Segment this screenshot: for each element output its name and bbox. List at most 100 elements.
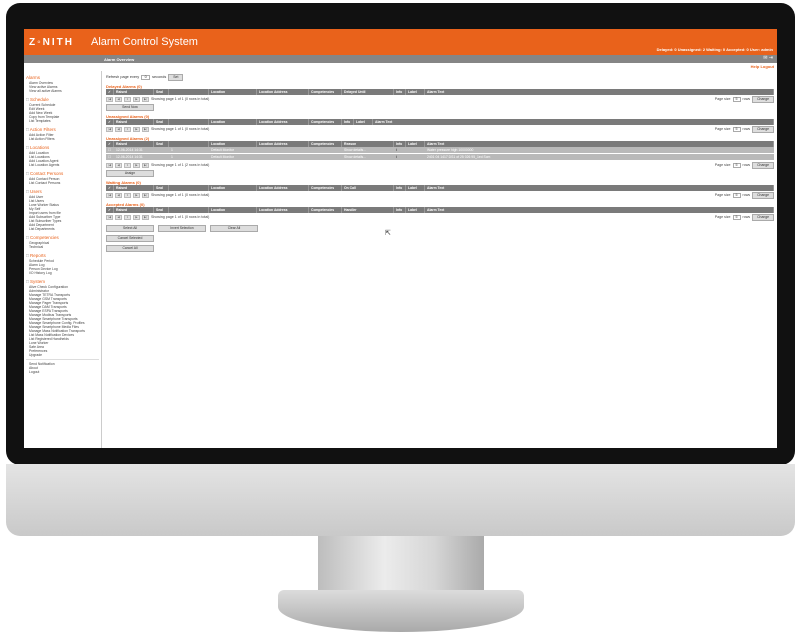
column-header[interactable]: Alarm Text <box>425 141 774 147</box>
first-page-button[interactable]: |◀ <box>106 214 113 220</box>
column-header[interactable]: Delayed Until <box>342 89 394 95</box>
column-header[interactable]: Label <box>406 185 425 191</box>
row-checkbox[interactable]: ☐ <box>106 155 114 159</box>
page-size-input[interactable]: 5 <box>732 126 741 132</box>
page-size-input[interactable]: 5 <box>732 192 741 198</box>
column-header[interactable] <box>169 141 209 147</box>
page-number[interactable]: 1 <box>124 192 131 198</box>
help-link[interactable]: Help <box>751 64 760 69</box>
prev-page-button[interactable]: ◀ <box>115 162 122 168</box>
first-page-button[interactable]: |◀ <box>106 96 113 102</box>
invert-selection-button[interactable]: Invert Selection <box>158 225 206 232</box>
next-page-button[interactable]: ▶ <box>133 214 140 220</box>
sidebar-group-heading[interactable]: Contact Persons <box>26 171 101 176</box>
column-header[interactable]: Seal <box>154 119 169 125</box>
next-page-button[interactable]: ▶ <box>133 192 140 198</box>
sidebar-item[interactable]: List Location Agents <box>29 163 101 167</box>
column-header[interactable]: Competencies <box>309 119 342 125</box>
sidebar-group-heading[interactable]: Action Filters <box>26 127 101 132</box>
page-size-change-button[interactable]: Change <box>752 161 774 169</box>
cancel-all-button[interactable]: Cancel All <box>106 245 154 252</box>
sidebar-item[interactable]: Technical <box>29 245 101 249</box>
select-column-checkbox-icon[interactable]: ✓ <box>106 207 114 213</box>
column-header[interactable]: Label <box>406 207 425 213</box>
column-header[interactable]: Info <box>394 141 406 147</box>
sidebar-item[interactable]: List Departments <box>29 227 101 231</box>
sidebar-group-heading[interactable]: Competencies <box>26 235 101 240</box>
column-header[interactable]: Alarm Text <box>425 185 774 191</box>
column-header[interactable]: Raised <box>114 141 154 147</box>
column-header[interactable]: Location <box>209 119 257 125</box>
select-column-checkbox-icon[interactable]: ✓ <box>106 89 114 95</box>
section-action-button[interactable]: Send Now <box>106 104 154 111</box>
first-page-button[interactable]: |◀ <box>106 126 113 132</box>
page-number[interactable]: 1 <box>124 126 131 132</box>
column-header[interactable]: Handler <box>342 207 394 213</box>
first-page-button[interactable]: |◀ <box>106 192 113 198</box>
last-page-button[interactable]: ▶| <box>142 162 149 168</box>
prev-page-button[interactable]: ◀ <box>115 126 122 132</box>
column-header[interactable] <box>169 185 209 191</box>
mail-logout-icons[interactable]: ✉ ⇥ <box>763 55 773 61</box>
select-all-button[interactable]: Select All <box>106 225 154 232</box>
column-header[interactable] <box>169 89 209 95</box>
page-number[interactable]: 1 <box>124 96 131 102</box>
info-icon[interactable]: i <box>394 155 406 159</box>
column-header[interactable]: Competencies <box>309 207 342 213</box>
column-header[interactable]: Location Address <box>257 119 309 125</box>
last-page-button[interactable]: ▶| <box>142 192 149 198</box>
column-header[interactable]: Location Address <box>257 141 309 147</box>
column-header[interactable]: Seal <box>154 207 169 213</box>
column-header[interactable] <box>169 207 209 213</box>
next-page-button[interactable]: ▶ <box>133 96 140 102</box>
column-header[interactable]: Raised <box>114 207 154 213</box>
column-header[interactable]: Location Address <box>257 185 309 191</box>
column-header[interactable]: Alarm Text <box>425 89 774 95</box>
column-header[interactable]: Label <box>406 89 425 95</box>
info-icon[interactable]: i <box>394 148 406 152</box>
column-header[interactable]: Alarm Text <box>373 119 774 125</box>
page-number[interactable]: 1 <box>124 162 131 168</box>
column-header[interactable]: Info <box>394 185 406 191</box>
column-header[interactable]: Competencies <box>309 89 342 95</box>
refresh-seconds-input[interactable]: 0 <box>141 74 151 80</box>
column-header[interactable]: Competencies <box>309 185 342 191</box>
table-cell[interactable]: Show details... <box>342 155 394 159</box>
cancel-selected-button[interactable]: Cancel Selected <box>106 235 154 242</box>
table-row[interactable]: ☐ 12-06-2014 14:31 1 Default Monitor Show de… <box>106 147 774 154</box>
prev-page-button[interactable]: ◀ <box>115 192 122 198</box>
page-size-input[interactable]: 5 <box>732 96 741 102</box>
column-header[interactable]: On Call <box>342 185 394 191</box>
section-action-button[interactable]: Assign <box>106 170 154 177</box>
page-size-change-button[interactable]: Change <box>752 191 774 199</box>
logout-link[interactable]: Logout <box>760 64 774 69</box>
last-page-button[interactable]: ▶| <box>142 126 149 132</box>
sidebar-item[interactable]: List Action Filters <box>29 137 101 141</box>
sidebar-item[interactable]: List Templates <box>29 119 101 123</box>
column-header[interactable]: Competencies <box>309 141 342 147</box>
column-header[interactable]: Location <box>209 185 257 191</box>
prev-page-button[interactable]: ◀ <box>115 214 122 220</box>
sidebar-group-heading[interactable]: Users <box>26 189 101 194</box>
column-header[interactable]: Alarm Text <box>425 207 774 213</box>
sidebar-item[interactable]: List Contact Persons <box>29 181 101 185</box>
row-checkbox[interactable]: ☐ <box>106 148 114 152</box>
column-header[interactable]: Location Address <box>257 207 309 213</box>
column-header[interactable]: Raised <box>114 185 154 191</box>
column-header[interactable]: Seal <box>154 185 169 191</box>
prev-page-button[interactable]: ◀ <box>115 96 122 102</box>
column-header[interactable] <box>169 119 209 125</box>
select-column-checkbox-icon[interactable]: ✓ <box>106 119 114 125</box>
sidebar-item[interactable]: Upgrade <box>29 353 101 357</box>
column-header[interactable]: Raised <box>114 89 154 95</box>
column-header[interactable]: Info <box>342 119 354 125</box>
column-header[interactable]: Label <box>406 141 425 147</box>
page-number[interactable]: 1 <box>124 214 131 220</box>
column-header[interactable]: Location <box>209 141 257 147</box>
next-page-button[interactable]: ▶ <box>133 162 140 168</box>
sidebar-group-heading[interactable]: System <box>26 279 101 284</box>
sidebar-group-heading[interactable]: Reports <box>26 253 101 258</box>
page-size-input[interactable]: 5 <box>732 162 741 168</box>
sidebar-item[interactable]: I/O History Log <box>29 271 101 275</box>
column-header[interactable]: Seal <box>154 141 169 147</box>
